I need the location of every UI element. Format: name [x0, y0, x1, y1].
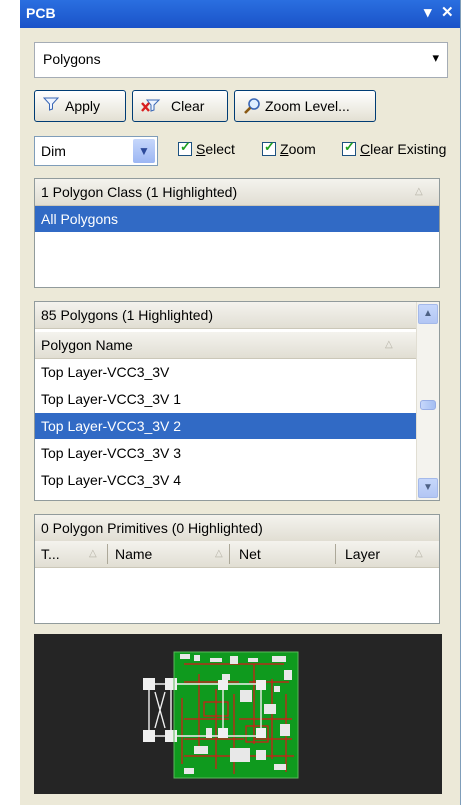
- zoom-label[interactable]: Zoom: [280, 141, 316, 157]
- column-divider[interactable]: [335, 544, 336, 564]
- list-item[interactable]: Top Layer-VCC3_3V 1: [35, 386, 417, 412]
- list-item-partial[interactable]: [35, 494, 417, 500]
- sort-icon: △: [215, 548, 223, 559]
- column-header-polygon-name[interactable]: Polygon Name △: [35, 332, 417, 359]
- sort-icon: △: [385, 339, 393, 350]
- polygon-count-header: 85 Polygons (1 Highlighted): [41, 307, 213, 323]
- apply-label: Apply: [65, 98, 101, 114]
- board-preview[interactable]: [34, 634, 442, 794]
- polygon-class-list[interactable]: 1 Polygon Class (1 Highlighted) △ All Po…: [34, 178, 440, 288]
- list-item[interactable]: Top Layer-VCC3_3V: [35, 359, 417, 385]
- list-item[interactable]: All Polygons: [35, 206, 439, 232]
- list-header[interactable]: 85 Polygons (1 Highlighted): [35, 302, 417, 329]
- pcb-board-image: [143, 651, 299, 779]
- clear-existing-checkbox[interactable]: ✓: [342, 139, 356, 156]
- list-item[interactable]: Top Layer-VCC3_3V 2: [35, 413, 417, 439]
- column-header-layer[interactable]: Layer: [345, 546, 380, 562]
- vertical-scrollbar[interactable]: ▲ ▼: [416, 302, 439, 500]
- zoom-level-button[interactable]: Zoom Level...: [234, 90, 376, 122]
- polygon-list[interactable]: 85 Polygons (1 Highlighted) Polygon Name…: [34, 301, 440, 501]
- zoom-checkbox[interactable]: ✓: [262, 139, 276, 156]
- select-checkbox[interactable]: ✓: [178, 139, 192, 156]
- magnifier-icon: [243, 97, 261, 118]
- scroll-up-icon[interactable]: ▲: [418, 304, 438, 324]
- clear-existing-label[interactable]: Clear Existing: [360, 141, 460, 157]
- column-header-type[interactable]: T...: [41, 546, 60, 562]
- apply-button[interactable]: Apply: [34, 90, 126, 122]
- chevron-down-icon[interactable]: ▾: [432, 50, 439, 66]
- clear-label: Clear: [171, 98, 205, 114]
- sort-icon: △: [89, 548, 97, 559]
- column-header-net[interactable]: Net: [239, 546, 261, 562]
- column-divider[interactable]: [229, 544, 230, 564]
- checkmark-icon: ✓: [344, 139, 355, 154]
- checkmark-icon: ✓: [264, 139, 275, 154]
- list-header[interactable]: 1 Polygon Class (1 Highlighted) △: [35, 179, 439, 206]
- object-type-value: Polygons: [43, 51, 101, 67]
- list-item[interactable]: Top Layer-VCC3_3V 4: [35, 467, 417, 493]
- select-label[interactable]: Select: [196, 141, 235, 157]
- filter-icon: [42, 97, 60, 114]
- object-type-select[interactable]: Polygons ▾: [34, 42, 448, 78]
- title-bar: PCB ▾ ✕: [20, 0, 460, 28]
- checkmark-icon: ✓: [180, 139, 191, 154]
- column-divider[interactable]: [107, 544, 108, 564]
- scroll-down-icon[interactable]: ▼: [418, 478, 438, 498]
- primitives-column-headers[interactable]: T... △ Name △ Net Layer △: [35, 541, 439, 568]
- sort-icon: △: [415, 186, 423, 197]
- panel-menu-icon[interactable]: ▾: [424, 3, 432, 21]
- list-item[interactable]: Top Layer-VCC3_3V 3: [35, 440, 417, 466]
- polygon-primitives-list[interactable]: 0 Polygon Primitives (0 Highlighted) T..…: [34, 514, 440, 624]
- pcb-panel: PCB ▾ ✕ Polygons ▾ Apply Clear Zoom Leve…: [20, 0, 461, 805]
- clear-button[interactable]: Clear: [132, 90, 228, 122]
- primitives-header: 0 Polygon Primitives (0 Highlighted): [41, 520, 263, 536]
- close-icon[interactable]: ✕: [441, 3, 454, 21]
- chevron-down-icon[interactable]: ▼: [133, 139, 155, 163]
- clear-filter-icon: [141, 97, 161, 116]
- polygon-class-header: 1 Polygon Class (1 Highlighted): [41, 184, 238, 200]
- column-header-name[interactable]: Name: [115, 546, 152, 562]
- zoom-level-label: Zoom Level...: [265, 98, 350, 114]
- panel-title: PCB: [26, 5, 56, 21]
- list-header[interactable]: 0 Polygon Primitives (0 Highlighted): [35, 515, 439, 542]
- mask-mode-select[interactable]: Dim ▼: [34, 136, 158, 166]
- scroll-thumb[interactable]: [420, 400, 436, 410]
- sort-icon: △: [415, 548, 423, 559]
- mask-mode-value: Dim: [41, 143, 66, 159]
